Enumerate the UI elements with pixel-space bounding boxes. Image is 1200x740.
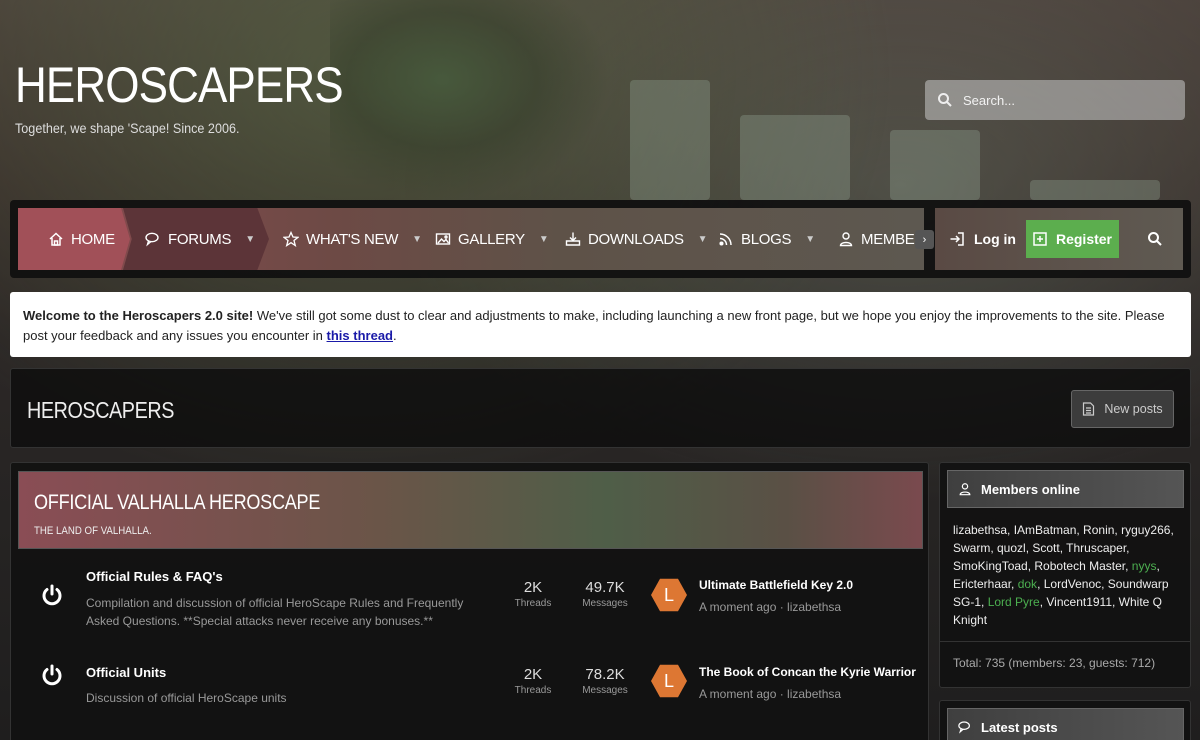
nav-tab-blogs[interactable]: Blogs ▼ (718, 208, 815, 270)
member-name[interactable]: dok (1018, 577, 1037, 591)
messages-label: Messages (582, 685, 628, 696)
main-nav: Home Forums ▼ What's new ▼ Gallery ▼ Dow… (10, 200, 1191, 278)
search-input[interactable] (963, 92, 1163, 108)
latest-thread-meta: A moment ago · lizabethsa (699, 600, 842, 614)
nav-account-area: Log in Register (935, 208, 1183, 270)
category-title[interactable]: Official Valhalla Heroscape (34, 491, 320, 515)
nav-tab-forums[interactable]: Forums ▼ (123, 208, 269, 270)
forum-description: Compilation and discussion of official H… (86, 596, 464, 628)
nav-scroll-right-button[interactable]: › (915, 230, 934, 249)
forum-row: Official Rules & FAQ's Compilation and d… (18, 561, 923, 651)
latest-posts-title: Latest posts (981, 719, 1058, 735)
login-label: Log in (974, 231, 1016, 247)
comments-icon (958, 721, 970, 734)
messages-label: Messages (582, 598, 628, 609)
header-search[interactable] (925, 80, 1185, 120)
forum-threads-stat: 2K Threads (503, 666, 563, 696)
forum-description: Discussion of official HeroScape units (86, 691, 287, 705)
nav-label: What's new (306, 230, 399, 248)
nav-tab-whats-new[interactable]: What's new ▼ (283, 208, 422, 270)
nav-tab-home[interactable]: Home (18, 208, 130, 270)
nav-tab-members[interactable]: Members (838, 208, 924, 270)
home-icon (49, 232, 63, 246)
nav-label: Gallery (458, 230, 525, 248)
latest-posts-header[interactable]: Latest posts (947, 708, 1184, 740)
threads-label: Threads (514, 685, 552, 696)
rss-icon (719, 233, 732, 246)
messages-count: 49.7K (585, 579, 625, 596)
forum-threads-stat: 2K Threads (503, 579, 563, 609)
threads-count: 2K (523, 666, 543, 683)
image-icon (435, 233, 451, 245)
chevron-down-icon[interactable]: ▼ (539, 234, 549, 245)
nav-label: Home (71, 230, 115, 248)
welcome-notice: Welcome to the Heroscapers 2.0 site! We'… (10, 292, 1191, 357)
nav-label: Forums (168, 230, 232, 248)
chevron-down-icon[interactable]: ▼ (698, 234, 708, 245)
forum-row: Official Units Discussion of official He… (18, 653, 923, 740)
background-terrain (890, 130, 980, 200)
threads-count: 2K (523, 579, 543, 596)
forum-list: Official Valhalla Heroscape The land of … (10, 462, 929, 740)
nav-tab-gallery[interactable]: Gallery ▼ (435, 208, 549, 270)
nav-tabs: Home Forums ▼ What's new ▼ Gallery ▼ Dow… (18, 208, 924, 270)
comments-icon (145, 232, 159, 247)
new-posts-button[interactable]: New posts (1071, 390, 1174, 428)
background-terrain (740, 115, 850, 200)
star-icon (283, 231, 299, 247)
members-online-title: Members online (981, 481, 1080, 497)
power-icon (42, 584, 62, 606)
members-online-total: Total: 735 (members: 23, guests: 712) (953, 656, 1156, 670)
site-title: HEROSCAPERS (15, 57, 344, 113)
chevron-down-icon[interactable]: ▼ (245, 234, 255, 245)
register-button[interactable]: Register (1026, 220, 1119, 258)
nav-tab-downloads[interactable]: Downloads ▼ (565, 208, 708, 270)
latest-posts-block: Latest posts (939, 700, 1191, 740)
forum-messages-stat: 49.7K Messages (575, 579, 635, 609)
nav-label: Blogs (741, 230, 792, 248)
member-name[interactable]: nyys (1132, 559, 1157, 573)
forum-title[interactable]: Official Rules & FAQ's (86, 569, 223, 584)
page-header: HEROSCAPERS New posts (10, 368, 1191, 448)
plus-square-icon (1033, 232, 1047, 246)
forum-title[interactable]: Official Units (86, 665, 166, 680)
site-logo[interactable]: HEROSCAPERS Together, we shape 'Scape! S… (15, 60, 387, 136)
page-title: HEROSCAPERS (27, 397, 174, 423)
search-icon[interactable] (1147, 231, 1163, 247)
divider (940, 641, 1190, 642)
members-online-block: Members online lizabethsa, IAmBatman, Ro… (939, 462, 1191, 688)
members-online-list: lizabethsa, IAmBatman, Ronin, ryguy266, … (953, 521, 1183, 629)
avatar[interactable]: L (651, 664, 687, 698)
avatar[interactable]: L (651, 578, 687, 612)
chevron-down-icon[interactable]: ▼ (412, 234, 422, 245)
chevron-down-icon[interactable]: ▼ (805, 234, 815, 245)
user-icon (839, 232, 853, 247)
category-header[interactable]: Official Valhalla Heroscape The land of … (18, 471, 923, 549)
latest-thread-meta: A moment ago · lizabethsa (699, 687, 842, 701)
user-icon (959, 483, 971, 496)
login-link[interactable]: Log in (949, 208, 1016, 270)
new-posts-label: New posts (1104, 402, 1163, 416)
nav-label: Downloads (588, 230, 684, 248)
category-description: The land of Valhalla. (34, 525, 152, 537)
search-icon (938, 93, 952, 107)
notice-heading: Welcome to the Heroscapers 2.0 site! (23, 308, 254, 323)
download-icon (565, 232, 581, 246)
file-icon (1083, 402, 1095, 416)
sign-in-icon (950, 232, 964, 246)
background-terrain (1030, 180, 1160, 200)
site-tagline: Together, we shape 'Scape! Since 2006. (15, 120, 240, 136)
messages-count: 78.2K (585, 666, 625, 683)
latest-thread-title[interactable]: Ultimate Battlefield Key 2.0 (699, 578, 853, 592)
members-online-header[interactable]: Members online (947, 470, 1184, 508)
forum-messages-stat: 78.2K Messages (575, 666, 635, 696)
background-terrain (630, 80, 710, 200)
member-name[interactable]: Lord Pyre (988, 595, 1040, 609)
latest-thread-title[interactable]: The Book of Concan the Kyrie Warrior (699, 665, 916, 679)
threads-label: Threads (514, 598, 552, 609)
notice-thread-link[interactable]: this thread (327, 328, 393, 343)
power-icon (42, 664, 62, 686)
notice-end: . (393, 328, 397, 343)
register-label: Register (1055, 231, 1113, 247)
